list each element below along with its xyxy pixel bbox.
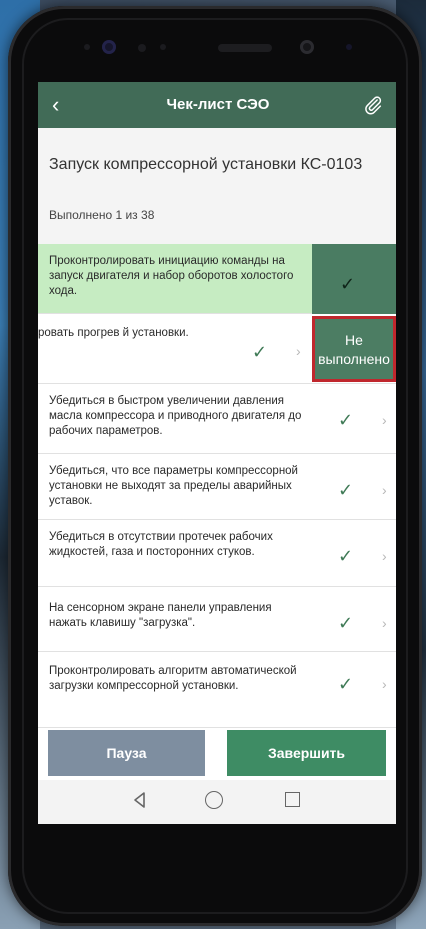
footer-actions: Пауза Завершить [38, 728, 396, 780]
chevron-right-icon[interactable]: › [382, 482, 387, 498]
check-icon[interactable]: ✓ [252, 342, 267, 363]
checklist-item[interactable]: На сенсорном экране панели управления на… [38, 587, 396, 652]
proximity-sensor [300, 40, 314, 54]
chevron-right-icon[interactable]: › [296, 343, 301, 359]
sensor-dot [84, 44, 90, 50]
front-camera [102, 40, 116, 54]
sensor-dot [138, 44, 146, 52]
checklist-item-text: На сенсорном экране панели управления на… [49, 602, 272, 629]
checklist-item-text: Убедиться в быстром увеличении давления … [49, 395, 302, 437]
nav-recent-apps-icon[interactable] [285, 792, 300, 807]
checklist-item-text: Убедиться, что все параметры компрессорн… [49, 465, 298, 507]
check-icon: ✓ [340, 274, 356, 294]
system-navbar [38, 780, 396, 824]
checklist-item[interactable]: Проконтролировать алгоритм автоматическо… [38, 652, 396, 728]
sensor-dot [346, 44, 352, 50]
earpiece-speaker [218, 44, 272, 52]
app-screen: ‹ Чек-лист СЭО Запуск компрессорной уста… [38, 82, 396, 824]
app-header: ‹ Чек-лист СЭО [38, 82, 396, 128]
check-icon[interactable]: ✓ [338, 480, 353, 501]
chevron-right-icon[interactable]: › [382, 676, 387, 692]
nav-back-icon[interactable] [130, 790, 150, 810]
finish-button[interactable]: Завершить [227, 730, 386, 776]
checklist: Проконтролировать инициацию команды на з… [38, 244, 396, 728]
checklist-item[interactable]: Убедиться в быстром увеличении давления … [38, 384, 396, 454]
checklist-item[interactable]: Убедиться в отсутствии протечек рабочих … [38, 520, 396, 587]
checklist-item-text: Проконтролировать алгоритм автоматическо… [49, 665, 297, 692]
progress-counter: Выполнено 1 из 38 [49, 208, 155, 222]
sensor-dot [160, 44, 166, 50]
checklist-item[interactable]: Убедиться, что все параметры компрессорн… [38, 454, 396, 520]
nav-home-icon[interactable] [205, 791, 223, 809]
page-title: Чек-лист СЭО [166, 96, 270, 113]
chevron-right-icon[interactable]: › [382, 615, 387, 631]
chevron-left-icon[interactable]: ‹ [52, 94, 72, 116]
check-icon[interactable]: ✓ [338, 613, 353, 634]
chevron-right-icon[interactable]: › [382, 548, 387, 564]
check-icon[interactable]: ✓ [338, 410, 353, 431]
paperclip-icon[interactable] [362, 94, 384, 116]
not-done-button[interactable]: Не выполнено [312, 316, 396, 382]
check-icon[interactable]: ✓ [338, 674, 353, 695]
checklist-item-text: Убедиться в отсутствии протечек рабочих … [49, 531, 273, 558]
task-title: Запуск компрессорной установки КС-0103 [49, 156, 363, 173]
chevron-right-icon[interactable]: › [382, 412, 387, 428]
pause-button[interactable]: Пауза [48, 730, 205, 776]
check-icon[interactable]: ✓ [338, 546, 353, 567]
checklist-item-text: ровать прогрев й установки. [38, 327, 189, 339]
checklist-item-text: Проконтролировать инициацию команды на з… [49, 255, 294, 297]
